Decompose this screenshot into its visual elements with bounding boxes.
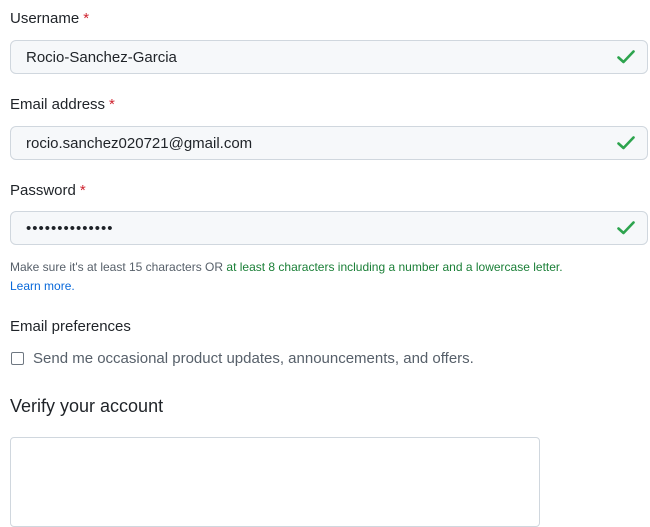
learn-more-link[interactable]: Learn more. <box>10 279 75 293</box>
password-hint-text: Make sure it's at least 15 characters OR <box>10 260 224 274</box>
username-input[interactable] <box>11 41 615 73</box>
password-field-wrapper <box>10 211 648 245</box>
username-label-text: Username <box>10 10 80 27</box>
email-field-wrapper <box>10 126 648 160</box>
check-icon <box>615 132 637 154</box>
required-asterisk: * <box>83 10 90 27</box>
required-asterisk: * <box>79 182 86 199</box>
product-updates-checkbox[interactable] <box>11 352 24 365</box>
username-label: Username * <box>10 10 89 27</box>
username-field-wrapper <box>10 40 648 74</box>
check-icon <box>615 217 637 239</box>
captcha-frame[interactable] <box>10 437 540 527</box>
email-label-text: Email address <box>10 96 106 113</box>
email-preferences-title: Email preferences <box>10 318 131 335</box>
password-hint: Make sure it's at least 15 characters OR… <box>10 258 650 296</box>
password-input[interactable] <box>11 212 615 244</box>
email-label: Email address * <box>10 96 115 113</box>
required-asterisk: * <box>109 96 115 113</box>
product-updates-label: Send me occasional product updates, anno… <box>33 350 474 367</box>
password-label-text: Password <box>10 182 76 199</box>
check-icon <box>615 46 637 68</box>
verify-account-title: Verify your account <box>10 396 164 416</box>
password-label: Password * <box>10 182 86 199</box>
password-hint-rule: at least 8 characters including a number… <box>226 260 563 274</box>
product-updates-option[interactable]: Send me occasional product updates, anno… <box>11 350 474 367</box>
email-input[interactable] <box>11 127 615 159</box>
